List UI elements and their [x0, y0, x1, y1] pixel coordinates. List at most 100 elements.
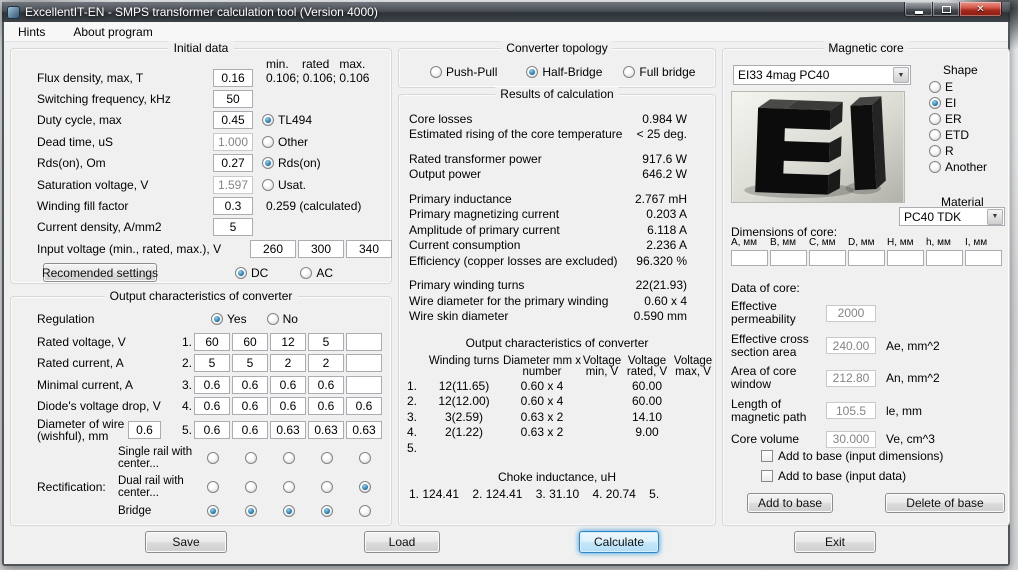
calculate-button[interactable]: Calculate — [579, 531, 659, 553]
rated-current-input[interactable] — [308, 354, 344, 373]
diode-drop-input[interactable] — [270, 397, 306, 416]
rds-on-input[interactable] — [213, 154, 253, 173]
rated-voltage-input[interactable] — [232, 332, 268, 351]
flux-density-input[interactable] — [213, 68, 253, 87]
dim-input-h[interactable] — [887, 250, 924, 266]
dim-input-h2[interactable] — [926, 250, 963, 266]
minimize-button[interactable] — [904, 2, 932, 17]
input-voltage-max-input[interactable] — [346, 239, 392, 258]
minimal-current-input[interactable] — [346, 375, 382, 394]
dim-input-a[interactable] — [731, 250, 768, 266]
radio-full-bridge[interactable]: Full bridge — [623, 65, 695, 79]
dim-input-b[interactable] — [770, 250, 807, 266]
recommended-settings-button[interactable]: Recomended settings — [42, 263, 158, 283]
input-voltage-min-input[interactable] — [250, 239, 296, 258]
radio-push-pull[interactable]: Push-Pull — [430, 65, 497, 79]
add-to-base-button[interactable]: Add to base — [747, 493, 833, 513]
duty-cycle-input[interactable] — [213, 111, 253, 130]
add-to-base-data-checkbox[interactable]: Add to base (input data) — [761, 469, 906, 483]
radio-dc[interactable]: DC — [235, 266, 268, 280]
wire-diameter-input[interactable] — [232, 421, 268, 439]
rated-current-input[interactable] — [346, 354, 382, 373]
radio-usat[interactable]: Usat. — [262, 178, 306, 192]
rated-voltage-input[interactable] — [346, 332, 382, 351]
add-to-base-dimensions-checkbox[interactable]: Add to base (input dimensions) — [761, 449, 943, 463]
radio-dual-rail[interactable] — [321, 480, 333, 493]
wire-diameter-input[interactable] — [346, 421, 382, 439]
diode-drop-input[interactable] — [194, 397, 230, 416]
wire-diameter-input[interactable] — [194, 421, 230, 439]
maximize-button[interactable] — [932, 2, 960, 17]
radio-regulation-yes[interactable]: Yes — [211, 312, 247, 326]
radio-shape-e[interactable]: E — [929, 80, 1009, 94]
winding-fill-factor-input[interactable] — [213, 197, 253, 216]
minimal-current-input[interactable] — [270, 375, 306, 394]
switching-frequency-input[interactable] — [213, 90, 253, 109]
radio-shape-er[interactable]: ER — [929, 112, 1009, 126]
core-select[interactable]: EI33 4mag PC40 — [733, 65, 911, 85]
current-density-input[interactable] — [213, 218, 253, 237]
radio-label: EI — [945, 96, 957, 110]
close-button[interactable] — [960, 2, 1002, 17]
exit-button[interactable]: Exit — [794, 531, 876, 553]
radio-rds-on[interactable]: Rds(on) — [262, 156, 321, 170]
diode-drop-input[interactable] — [308, 397, 344, 416]
rated-current-input[interactable] — [232, 354, 268, 373]
rated-current-input[interactable] — [194, 354, 230, 373]
radio-shape-etd[interactable]: ETD — [929, 128, 1009, 142]
load-button[interactable]: Load — [364, 531, 440, 553]
radio-shape-another[interactable]: Another — [929, 160, 1009, 174]
radio-bridge[interactable] — [283, 505, 295, 517]
data-unit: Ae, mm^2 — [886, 338, 940, 353]
diode-drop-input[interactable] — [232, 397, 268, 416]
radio-single-rail[interactable] — [283, 452, 295, 464]
radio-dual-rail[interactable] — [283, 480, 295, 493]
radio-half-bridge[interactable]: Half-Bridge — [526, 65, 602, 79]
minimal-current-input[interactable] — [308, 375, 344, 394]
dim-input-i[interactable] — [965, 250, 1002, 266]
delete-of-base-button[interactable]: Delete of base — [885, 493, 1005, 513]
radio-dual-rail[interactable] — [207, 480, 219, 493]
radio-label: Rds(on) — [278, 156, 321, 171]
regulation-row: Regulation Yes No — [11, 307, 391, 331]
minimal-current-input[interactable] — [232, 375, 268, 394]
wire-diameter-input[interactable] — [308, 421, 344, 439]
minimal-current-input[interactable] — [194, 375, 230, 394]
wishful-wire-diameter-input[interactable] — [128, 421, 161, 439]
radio-dual-rail[interactable] — [359, 480, 371, 493]
radio-bridge[interactable] — [245, 505, 257, 517]
menu-about-program[interactable]: About program — [65, 23, 160, 41]
radio-tl494[interactable]: TL494 — [262, 113, 312, 127]
radio-shape-ei[interactable]: EI — [929, 96, 1009, 110]
radio-other[interactable]: Other — [262, 135, 308, 149]
radio-shape-r[interactable]: R — [929, 144, 1009, 158]
dim-input-c[interactable] — [809, 250, 846, 266]
radio-single-rail[interactable] — [359, 452, 371, 464]
dim-input-d[interactable] — [848, 250, 885, 266]
rated-voltage-input[interactable] — [270, 332, 306, 351]
radio-bridge[interactable] — [321, 505, 333, 517]
save-button[interactable]: Save — [145, 531, 227, 553]
radio-single-rail[interactable] — [245, 452, 257, 464]
material-select[interactable]: PC40 TDK — [899, 207, 1005, 226]
input-voltage-rated-input[interactable] — [298, 239, 344, 258]
radio-ac[interactable]: AC — [300, 266, 333, 280]
result-label: Rated transformer power — [409, 151, 542, 166]
result-value: < 25 deg. — [636, 127, 687, 142]
radio-bridge[interactable] — [359, 505, 371, 517]
rated-voltage-input[interactable] — [194, 332, 230, 351]
radio-dual-rail[interactable] — [245, 480, 257, 493]
diode-drop-input[interactable] — [346, 397, 382, 416]
result-value: 2.236 A — [646, 238, 687, 253]
wire-diameter-input[interactable] — [270, 421, 306, 439]
radio-regulation-no[interactable]: No — [266, 312, 298, 326]
titlebar[interactable]: ExcellentIT-EN - SMPS transformer calcul… — [2, 2, 1010, 22]
choke-values: 1. 124.41 2. 124.41 3. 31.10 4. 20.74 5. — [409, 486, 660, 501]
rated-voltage-input[interactable] — [308, 332, 344, 351]
radio-bridge[interactable] — [207, 505, 219, 517]
radio-single-rail[interactable] — [321, 452, 333, 464]
radio-single-rail[interactable] — [207, 452, 219, 464]
menu-hints[interactable]: Hints — [10, 23, 53, 41]
data-unit: le, mm — [886, 403, 922, 418]
rated-current-input[interactable] — [270, 354, 306, 373]
